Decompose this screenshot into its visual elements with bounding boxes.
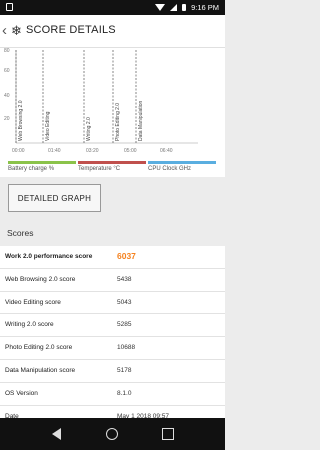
score-value: 5438: [117, 275, 132, 283]
legend-battery-label: Battery charge %: [8, 166, 55, 172]
score-row-os-version: OS Version 8.1.0: [0, 382, 225, 406]
y-tick-label: 40: [4, 93, 10, 99]
x-tick-label: 01:40: [48, 148, 61, 154]
task-marker-label: Web Browsing 2.0: [18, 100, 24, 141]
performance-chart: 80 60 40 20 00:00 01:40 03:20 05:00 06:40 Web B…: [0, 48, 225, 177]
score-label: Video Editing score: [5, 298, 61, 306]
legend-battery: Battery charge %: [8, 161, 76, 172]
score-label: Writing 2.0 score: [5, 321, 54, 329]
status-time: 9:16 PM: [191, 3, 219, 12]
signal-icon: [170, 4, 178, 11]
score-label: Data Manipulation score: [5, 366, 76, 374]
score-value: 5178: [117, 366, 132, 374]
wifi-icon: [155, 4, 166, 11]
notification-icon: [6, 3, 13, 11]
y-tick-label: 60: [4, 68, 10, 74]
score-label: OS Version: [5, 389, 38, 397]
score-row-work: Work 2.0 performance score 6037: [0, 246, 225, 269]
y-tick-label: 80: [4, 48, 10, 54]
legend-temperature-swatch: [78, 161, 146, 164]
nav-home-icon[interactable]: [106, 428, 118, 440]
legend-cpu: CPU Clock GHz: [148, 161, 216, 172]
legend-temperature-label: Temperature °C: [78, 166, 121, 172]
app-bar: ‹ ❄ SCORE DETAILS: [0, 15, 225, 48]
page-title: SCORE DETAILS: [26, 24, 116, 36]
scores-table: Work 2.0 performance score 6037 Web Brow…: [0, 246, 225, 429]
x-tick-label: 00:00: [12, 148, 25, 154]
score-value: 5043: [117, 298, 132, 306]
legend-temperature: Temperature °C: [78, 161, 146, 172]
score-label: Work 2.0 performance score: [5, 253, 93, 260]
snowflake-icon: ❄: [11, 23, 22, 38]
legend-battery-swatch: [8, 161, 76, 164]
chart-svg: 80 60 40 20 00:00 01:40 03:20 05:00 06:40 Web B…: [4, 48, 198, 154]
score-row-writing: Writing 2.0 score 5285: [0, 314, 225, 338]
task-marker-label: Photo Editing 2.0: [115, 103, 121, 141]
task-marker-label: Video Editing: [45, 111, 51, 141]
score-row-photo-editing: Photo Editing 2.0 score 10688: [0, 337, 225, 360]
score-value: 5285: [117, 321, 132, 329]
score-value: 10688: [117, 344, 136, 352]
x-tick-label: 03:20: [86, 148, 99, 154]
x-tick-label: 06:40: [160, 148, 173, 154]
legend-cpu-label: CPU Clock GHz: [148, 166, 192, 172]
system-nav-bar: [0, 418, 225, 450]
nav-recent-icon[interactable]: [162, 428, 174, 440]
task-marker-label: Data Manipulation: [138, 100, 144, 141]
score-row-data-manipulation: Data Manipulation score 5178: [0, 359, 225, 383]
score-row-web-browsing: Web Browsing 2.0 score 5438: [0, 268, 225, 292]
back-arrow-icon[interactable]: ‹: [2, 22, 7, 39]
score-value: 6037: [117, 251, 136, 261]
battery-icon: [182, 4, 187, 11]
y-tick-label: 20: [4, 116, 10, 122]
score-label: Photo Editing 2.0 score: [5, 344, 73, 352]
legend-cpu-swatch: [148, 161, 216, 164]
detailed-graph-button[interactable]: DETAILED GRAPH: [8, 184, 101, 212]
x-tick-label: 05:00: [124, 148, 137, 154]
task-marker-label: Writing 2.0: [86, 117, 92, 141]
nav-back-icon[interactable]: [52, 428, 61, 440]
status-bar: 9:16 PM: [0, 0, 225, 15]
scores-section-title: Scores: [7, 228, 34, 238]
score-row-video-editing: Video Editing score 5043: [0, 291, 225, 315]
score-label: Web Browsing 2.0 score: [5, 275, 76, 283]
score-value: 8.1.0: [117, 389, 132, 397]
